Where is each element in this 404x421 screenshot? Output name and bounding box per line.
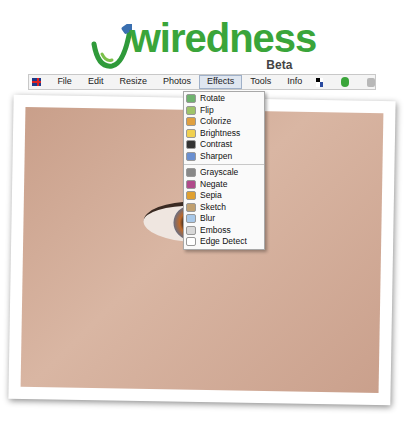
plug-swoosh-icon (88, 24, 132, 72)
menu-item[interactable]: Tools (242, 75, 279, 89)
effect-item[interactable]: Edge Detect (184, 236, 264, 248)
effect-item[interactable]: Rotate (184, 93, 264, 105)
menu-item[interactable]: Edit (80, 75, 112, 89)
effect-item[interactable]: Negate (184, 179, 264, 191)
effect-icon (186, 226, 196, 235)
effect-icon (186, 214, 196, 223)
share-icon[interactable] (341, 77, 349, 87)
effect-icon (186, 140, 196, 149)
logo: wirednessBeta (0, 0, 404, 72)
effect-icon (186, 203, 196, 212)
menu-item[interactable]: Resize (111, 75, 155, 89)
menu-item[interactable]: File (49, 75, 80, 89)
effect-item[interactable]: Emboss (184, 225, 264, 237)
effect-icon (186, 129, 196, 138)
checker-icon[interactable] (316, 78, 323, 87)
menu-item[interactable]: Effects (199, 75, 242, 89)
menu-bar: FileEditResizePhotosEffectsToolsInfo (28, 74, 376, 90)
effects-menu: RotateFlipColorizeBrightnessContrastShar… (183, 91, 265, 250)
effect-item[interactable]: Brightness (184, 128, 264, 140)
effect-icon (186, 237, 196, 246)
app: wirednessBeta FileEditResizePhotosEffects… (0, 0, 404, 421)
effect-icon (186, 152, 196, 161)
effect-icon (186, 94, 196, 103)
beta-badge: Beta (266, 58, 292, 72)
effect-item[interactable]: Blur (184, 213, 264, 225)
menu-group: GrayscaleNegateSepiaSketchBlurEmbossEdge… (184, 164, 264, 248)
effect-item[interactable]: Contrast (184, 139, 264, 151)
menu-item[interactable]: Info (279, 75, 310, 89)
effect-item[interactable]: Grayscale (184, 167, 264, 179)
menu-group: RotateFlipColorizeBrightnessContrastShar… (184, 93, 264, 162)
effect-item[interactable]: Colorize (184, 116, 264, 128)
menu-item[interactable]: Photos (155, 75, 199, 89)
effect-icon (186, 191, 196, 200)
effect-item[interactable]: Sharpen (184, 151, 264, 163)
effect-item[interactable]: Flip (184, 105, 264, 117)
effect-icon (186, 168, 196, 177)
uk-flag-icon[interactable] (32, 78, 41, 86)
effect-item[interactable]: Sepia (184, 190, 264, 202)
effect-item[interactable]: Sketch (184, 202, 264, 214)
effect-icon (186, 106, 196, 115)
effect-icon (186, 180, 196, 189)
logo-text: wiredness (130, 18, 317, 58)
effect-icon (186, 117, 196, 126)
people-icon[interactable] (367, 78, 375, 87)
